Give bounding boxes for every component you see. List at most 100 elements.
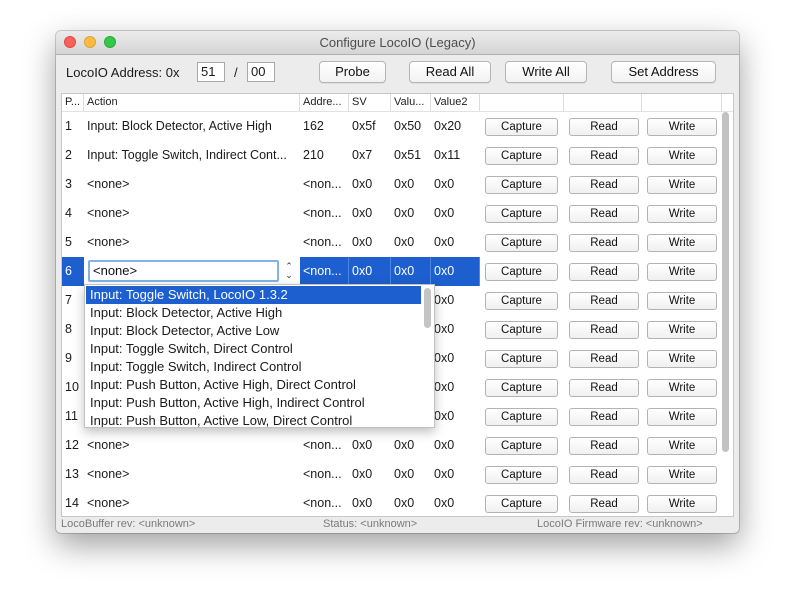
action-cell[interactable]: <none> bbox=[84, 170, 300, 199]
action-dropdown-list[interactable]: Input: Toggle Switch, LocoIO 1.3.2 Input:… bbox=[84, 284, 435, 428]
value2-cell[interactable]: 0x0 bbox=[431, 170, 480, 199]
read-button[interactable]: Read bbox=[569, 118, 639, 136]
dropdown-scrollbar[interactable] bbox=[423, 286, 432, 426]
capture-button[interactable]: Capture bbox=[485, 118, 558, 136]
title-bar[interactable]: Configure LocoIO (Legacy) bbox=[56, 31, 739, 55]
capture-button[interactable]: Capture bbox=[485, 263, 558, 281]
value-cell[interactable]: 0x51 bbox=[391, 141, 431, 170]
value-cell[interactable]: 0x0 bbox=[391, 431, 431, 460]
value2-cell[interactable]: 0x0 bbox=[431, 460, 480, 489]
sv-cell[interactable]: 0x0 bbox=[349, 170, 391, 199]
capture-button[interactable]: Capture bbox=[485, 147, 558, 165]
dropdown-option[interactable]: Input: Toggle Switch, LocoIO 1.3.2 bbox=[86, 286, 421, 304]
sv-cell[interactable]: 0x0 bbox=[349, 257, 391, 286]
capture-button[interactable]: Capture bbox=[485, 495, 558, 513]
value2-cell[interactable]: 0x0 bbox=[431, 286, 480, 315]
write-button[interactable]: Write bbox=[647, 437, 717, 455]
sv-cell[interactable]: 0x0 bbox=[349, 228, 391, 257]
read-button[interactable]: Read bbox=[569, 321, 639, 339]
column-header[interactable]: Addre... bbox=[300, 94, 349, 111]
column-header[interactable]: SV bbox=[349, 94, 391, 111]
address-cell[interactable]: <non... bbox=[300, 199, 349, 228]
value2-cell[interactable]: 0x0 bbox=[431, 344, 480, 373]
address-cell[interactable]: <non... bbox=[300, 228, 349, 257]
write-button[interactable]: Write bbox=[647, 234, 717, 252]
table-row[interactable]: 3 <none> <non... 0x0 0x0 0x0 Capture Read Write bbox=[62, 170, 722, 199]
address-cell[interactable]: 210 bbox=[300, 141, 349, 170]
column-header[interactable] bbox=[642, 94, 722, 111]
value-cell[interactable]: 0x0 bbox=[391, 257, 431, 286]
address-low-input[interactable]: 00 bbox=[247, 62, 275, 82]
dropdown-option[interactable]: Input: Push Button, Active High, Direct … bbox=[86, 376, 421, 394]
write-button[interactable]: Write bbox=[647, 321, 717, 339]
action-cell[interactable]: Input: Block Detector, Active High bbox=[84, 112, 300, 141]
value2-cell[interactable]: 0x20 bbox=[431, 112, 480, 141]
write-button[interactable]: Write bbox=[647, 292, 717, 310]
write-button[interactable]: Write bbox=[647, 205, 717, 223]
value-cell[interactable]: 0x0 bbox=[391, 170, 431, 199]
action-cell[interactable]: Input: Toggle Switch, Indirect Cont... bbox=[84, 141, 300, 170]
value2-cell[interactable]: 0x0 bbox=[431, 228, 480, 257]
action-cell[interactable]: <none> bbox=[84, 228, 300, 257]
zoom-window-icon[interactable] bbox=[104, 36, 116, 48]
capture-button[interactable]: Capture bbox=[485, 379, 558, 397]
address-cell[interactable]: <non... bbox=[300, 257, 349, 286]
value-cell[interactable]: 0x50 bbox=[391, 112, 431, 141]
value2-cell[interactable]: 0x0 bbox=[431, 431, 480, 460]
action-cell[interactable]: <none> bbox=[84, 460, 300, 489]
value2-cell[interactable]: 0x0 bbox=[431, 199, 480, 228]
action-cell[interactable]: <none> bbox=[84, 431, 300, 460]
set-address-button[interactable]: Set Address bbox=[611, 61, 716, 83]
action-combo-field[interactable]: <none> bbox=[88, 260, 279, 282]
write-button[interactable]: Write bbox=[647, 263, 717, 281]
write-button[interactable]: Write bbox=[647, 379, 717, 397]
address-cell[interactable]: <non... bbox=[300, 460, 349, 489]
write-button[interactable]: Write bbox=[647, 176, 717, 194]
probe-button[interactable]: Probe bbox=[319, 61, 386, 83]
write-button[interactable]: Write bbox=[647, 118, 717, 136]
address-cell[interactable]: <non... bbox=[300, 431, 349, 460]
dropdown-option[interactable]: Input: Toggle Switch, Indirect Control bbox=[86, 358, 421, 376]
address-cell[interactable]: <non... bbox=[300, 489, 349, 516]
column-header[interactable]: Value2 bbox=[431, 94, 480, 111]
column-header[interactable] bbox=[564, 94, 642, 111]
capture-button[interactable]: Capture bbox=[485, 292, 558, 310]
minimize-window-icon[interactable] bbox=[84, 36, 96, 48]
capture-button[interactable]: Capture bbox=[485, 437, 558, 455]
address-cell[interactable]: <non... bbox=[300, 170, 349, 199]
sv-cell[interactable]: 0x0 bbox=[349, 460, 391, 489]
read-button[interactable]: Read bbox=[569, 495, 639, 513]
read-button[interactable]: Read bbox=[569, 350, 639, 368]
read-button[interactable]: Read bbox=[569, 147, 639, 165]
value2-cell[interactable]: 0x0 bbox=[431, 373, 480, 402]
table-row[interactable]: 6 <non... 0x0 0x0 0x0 <none> ⌃ ⌄ Capture Read Writ… bbox=[62, 257, 722, 286]
capture-button[interactable]: Capture bbox=[485, 350, 558, 368]
table-row[interactable]: 13 <none> <non... 0x0 0x0 0x0 Capture Read Write bbox=[62, 460, 722, 489]
value-cell[interactable]: 0x0 bbox=[391, 460, 431, 489]
sv-cell[interactable]: 0x0 bbox=[349, 199, 391, 228]
dropdown-option[interactable]: Input: Block Detector, Active High bbox=[86, 304, 421, 322]
read-button[interactable]: Read bbox=[569, 466, 639, 484]
dropdown-option[interactable]: Input: Push Button, Active High, Indirec… bbox=[86, 394, 421, 412]
updown-chevron-icon[interactable]: ⌃ ⌄ bbox=[283, 262, 295, 282]
write-button[interactable]: Write bbox=[647, 466, 717, 484]
sv-cell[interactable]: 0x5f bbox=[349, 112, 391, 141]
dropdown-option[interactable]: Input: Toggle Switch, Direct Control bbox=[86, 340, 421, 358]
read-button[interactable]: Read bbox=[569, 176, 639, 194]
close-window-icon[interactable] bbox=[64, 36, 76, 48]
capture-button[interactable]: Capture bbox=[485, 234, 558, 252]
column-header[interactable] bbox=[480, 94, 564, 111]
column-header[interactable]: P... bbox=[62, 94, 84, 111]
read-button[interactable]: Read bbox=[569, 408, 639, 426]
table-row[interactable]: 12 <none> <non... 0x0 0x0 0x0 Capture Read Write bbox=[62, 431, 722, 460]
capture-button[interactable]: Capture bbox=[485, 321, 558, 339]
read-button[interactable]: Read bbox=[569, 263, 639, 281]
value2-cell[interactable]: 0x0 bbox=[431, 489, 480, 516]
sv-cell[interactable]: 0x0 bbox=[349, 431, 391, 460]
dropdown-scroll-thumb[interactable] bbox=[424, 288, 431, 328]
write-button[interactable]: Write bbox=[647, 147, 717, 165]
address-high-input[interactable]: 51 bbox=[197, 62, 225, 82]
table-row[interactable]: 1 Input: Block Detector, Active High 162 0x… bbox=[62, 112, 722, 141]
action-cell[interactable]: <none> bbox=[84, 489, 300, 516]
dropdown-option[interactable]: Input: Push Button, Active Low, Direct C… bbox=[86, 412, 421, 427]
